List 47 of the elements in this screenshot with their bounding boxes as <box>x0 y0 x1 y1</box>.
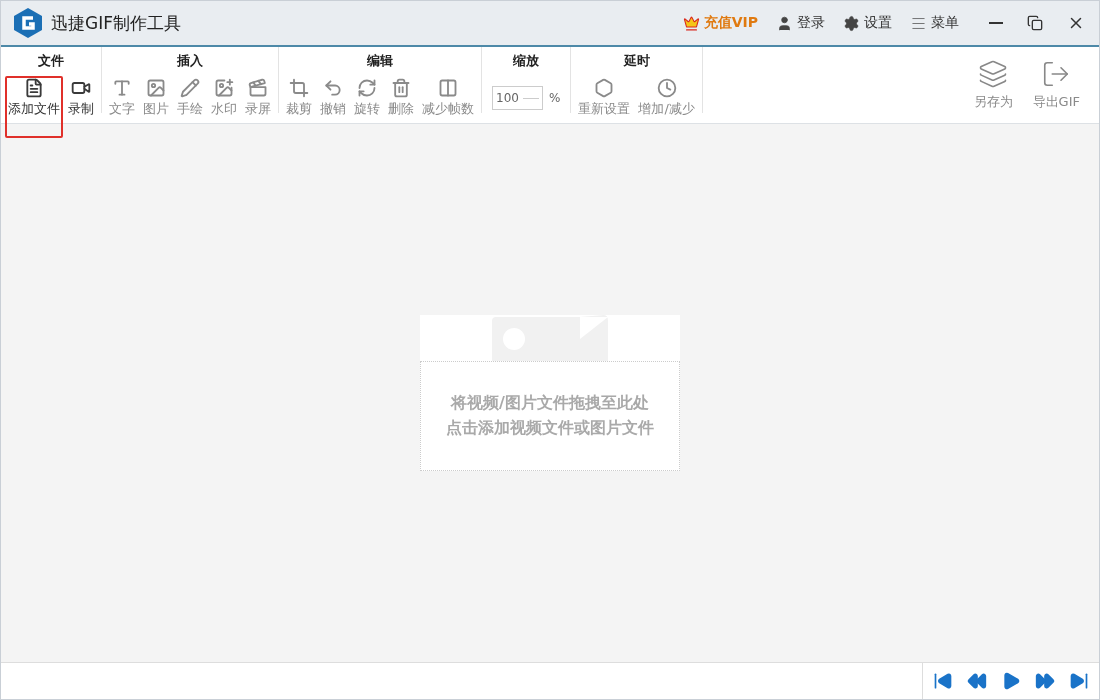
playback-button[interactable] <box>933 671 953 691</box>
crop-icon <box>289 78 309 98</box>
toolbar-button[interactable]: 录制 <box>65 76 97 120</box>
undo-icon <box>323 78 343 98</box>
stack-icon <box>978 59 1009 89</box>
hexagon-icon <box>594 78 615 98</box>
split-icon <box>438 78 458 98</box>
zoom-field[interactable]: 100 <box>492 86 543 110</box>
drop-zone[interactable]: 将视频/图片文件拖拽至此处 点击添加视频文件或图片文件 <box>420 315 680 471</box>
group-title: 编辑 <box>367 52 393 70</box>
skip-forward-icon <box>1069 671 1089 691</box>
playback-button[interactable] <box>1001 671 1021 691</box>
drop-hint: 点击添加视频文件或图片文件 <box>446 418 654 439</box>
rewind-icon <box>967 671 987 691</box>
text-icon <box>112 78 132 98</box>
rotate-icon <box>357 78 377 98</box>
minimize-icon <box>989 22 1003 24</box>
image-icon <box>146 78 166 98</box>
header-action[interactable]: 设置 <box>843 14 892 32</box>
playback-button[interactable] <box>1069 671 1089 691</box>
zoom-unit: % <box>549 91 561 105</box>
group-title: 缩放 <box>513 52 540 70</box>
window-title: 迅捷GIF制作工具 <box>51 11 182 35</box>
picture-icon <box>214 78 234 98</box>
playback-button[interactable] <box>1035 671 1055 691</box>
play-icon <box>1001 671 1021 691</box>
toolbar-button[interactable]: 添加文件 <box>5 76 63 138</box>
skip-back-icon <box>933 671 953 691</box>
app-logo-icon <box>13 7 43 39</box>
header-action[interactable]: 登录 <box>776 14 825 32</box>
film-icon <box>248 78 268 98</box>
restore-icon <box>1027 15 1043 31</box>
fast-forward-icon <box>1035 671 1055 691</box>
playback-button[interactable] <box>967 671 987 691</box>
pencil-icon <box>180 78 200 98</box>
group-title: 文件 <box>38 52 64 70</box>
header-action[interactable]: 菜单 <box>910 14 959 32</box>
file-icon <box>24 78 44 98</box>
group-title: 延时 <box>623 52 650 70</box>
crown-icon <box>682 14 700 32</box>
user-icon <box>776 14 793 32</box>
clock-icon <box>656 78 677 98</box>
trash-icon <box>391 78 411 98</box>
settings-icon <box>843 14 860 32</box>
drop-hint: 将视频/图片文件拖拽至此处 <box>451 393 649 414</box>
header-action[interactable]: 充值VIP <box>682 14 758 32</box>
group-title: 插入 <box>177 52 203 70</box>
